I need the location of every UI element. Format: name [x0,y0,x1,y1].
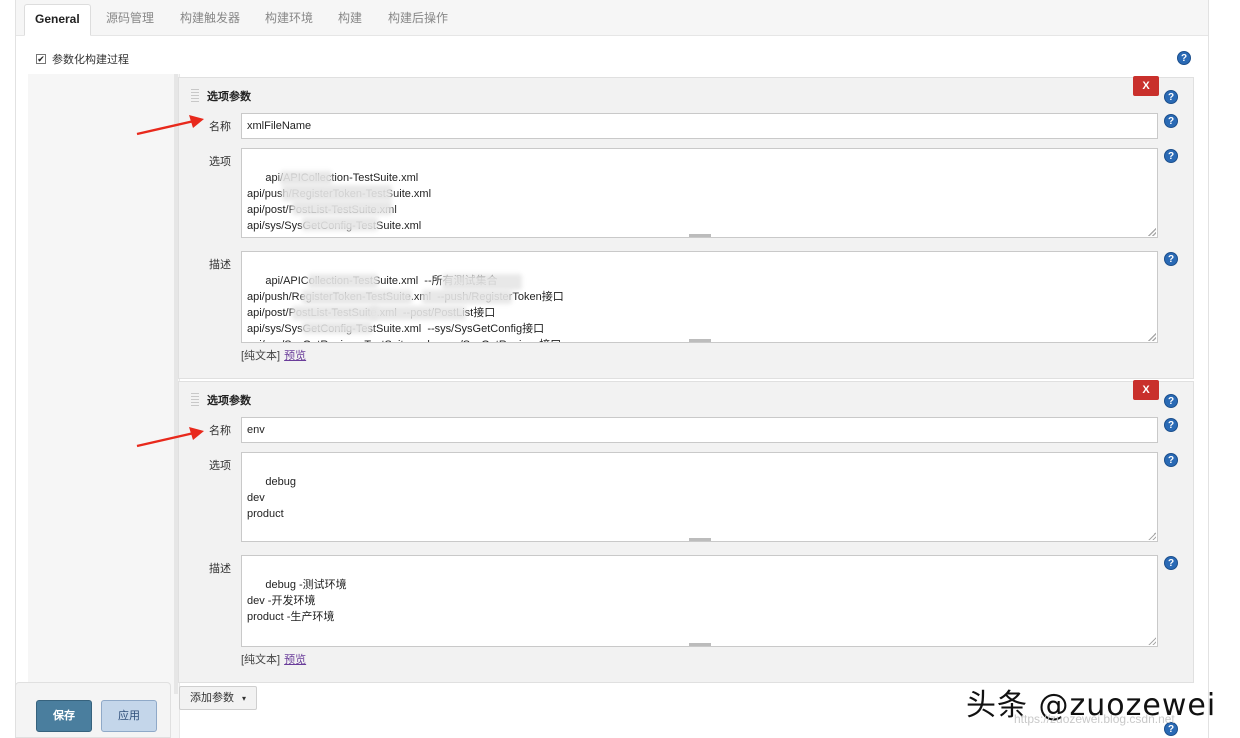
drag-handle-icon[interactable] [191,393,199,407]
parameterized-build-row[interactable]: ✔ 参数化构建过程 [36,51,129,67]
redaction-blur [370,306,466,320]
redaction-blur [308,274,378,288]
parameterized-build-label: 参数化构建过程 [52,54,129,66]
help-icon[interactable]: ? [1164,556,1178,570]
description-label: 描述 [209,563,231,575]
tab-build-environment[interactable]: 构建环境 [255,4,323,36]
annotation-arrow-icon [136,115,204,136]
choice-parameter-block: 选项参数 X 名称 env 选项 debug dev product 描述 de… [178,380,1194,683]
redaction-blur [282,185,392,201]
description-label: 描述 [209,259,231,271]
resize-handle-icon[interactable] [1148,228,1156,236]
redaction-blur [442,274,522,290]
delete-parameter-button[interactable]: X [1133,380,1159,400]
choices-label: 选项 [209,156,231,168]
redaction-blur [302,290,412,304]
help-icon[interactable]: ? [1164,418,1178,432]
choice-parameter-block: 选项参数 X 名称 xmlFileName 选项 api/APICollecti… [178,76,1194,379]
resize-grabber[interactable] [688,538,711,541]
parameter-header: 选项参数 [191,392,251,408]
resize-grabber[interactable] [688,234,711,237]
choices-text: debug dev product [247,476,296,520]
description-format-row: [纯文本] 预览 [241,347,306,363]
description-textarea[interactable]: debug -测试环境 dev -开发环境 product -生产环境 [241,555,1158,647]
help-icon[interactable]: ? [1164,114,1178,128]
annotation-arrow-icon [136,427,204,448]
tab-general[interactable]: General [24,4,91,36]
drag-handle-icon[interactable] [191,89,199,103]
left-gutter [28,74,180,738]
plain-text-label: [纯文本] [241,350,281,362]
plain-text-label: [纯文本] [241,654,281,666]
watermark-url: https://zuozewei.blog.csdn.net [1014,712,1175,726]
resize-handle-icon[interactable] [1148,532,1156,540]
choices-textarea[interactable]: debug dev product [241,452,1158,542]
tab-source-control[interactable]: 源码管理 [96,4,164,36]
save-button[interactable]: 保存 [36,700,92,732]
resize-grabber[interactable] [688,643,711,646]
resize-handle-icon[interactable] [1148,637,1156,645]
redaction-blur [292,201,392,215]
parameter-title: 选项参数 [207,91,251,103]
add-parameter-button[interactable]: 添加参数 ▾ [179,686,258,710]
name-input[interactable]: xmlFileName [241,113,1158,139]
redaction-blur [292,306,378,320]
chevron-down-icon: ▾ [242,694,247,703]
description-textarea[interactable]: api/APICollection-TestSuite.xml --所有测试集合… [241,251,1158,343]
preview-link[interactable]: 预览 [284,654,306,666]
choices-textarea[interactable]: api/APICollection-TestSuite.xml api/push… [241,148,1158,238]
help-icon[interactable]: ? [1164,453,1178,467]
parameter-header: 选项参数 [191,88,251,104]
redaction-blur [422,290,512,304]
tab-build[interactable]: 构建 [328,4,372,36]
bottom-action-bar: 保存 应用 [15,682,171,738]
redaction-blur [302,322,372,334]
apply-button[interactable]: 应用 [101,700,157,732]
redaction-blur [302,217,378,231]
resize-grabber[interactable] [688,339,711,342]
config-page: General 源码管理 构建触发器 构建环境 构建 构建后操作 ✔ 参数化构建… [15,0,1209,738]
help-icon[interactable]: ? [1164,90,1178,104]
description-format-row: [纯文本] 预览 [241,651,306,667]
parameter-title: 选项参数 [207,395,251,407]
help-icon[interactable]: ? [1164,252,1178,266]
resize-handle-icon[interactable] [1148,333,1156,341]
choices-label: 选项 [209,460,231,472]
tab-post-build-actions[interactable]: 构建后操作 [378,4,458,36]
delete-parameter-button[interactable]: X [1133,76,1159,96]
help-icon[interactable]: ? [1164,149,1178,163]
add-parameter-label: 添加参数 [190,692,234,704]
preview-link[interactable]: 预览 [284,350,306,362]
help-icon[interactable]: ? [1164,394,1178,408]
redaction-blur [280,171,332,185]
description-text: debug -测试环境 dev -开发环境 product -生产环境 [247,579,347,623]
tab-build-triggers[interactable]: 构建触发器 [170,4,250,36]
help-icon[interactable]: ? [1177,51,1191,65]
parameterized-build-checkbox[interactable]: ✔ [36,54,46,64]
config-tabbar: General 源码管理 构建触发器 构建环境 构建 构建后操作 [16,0,1208,36]
name-input[interactable]: env [241,417,1158,443]
